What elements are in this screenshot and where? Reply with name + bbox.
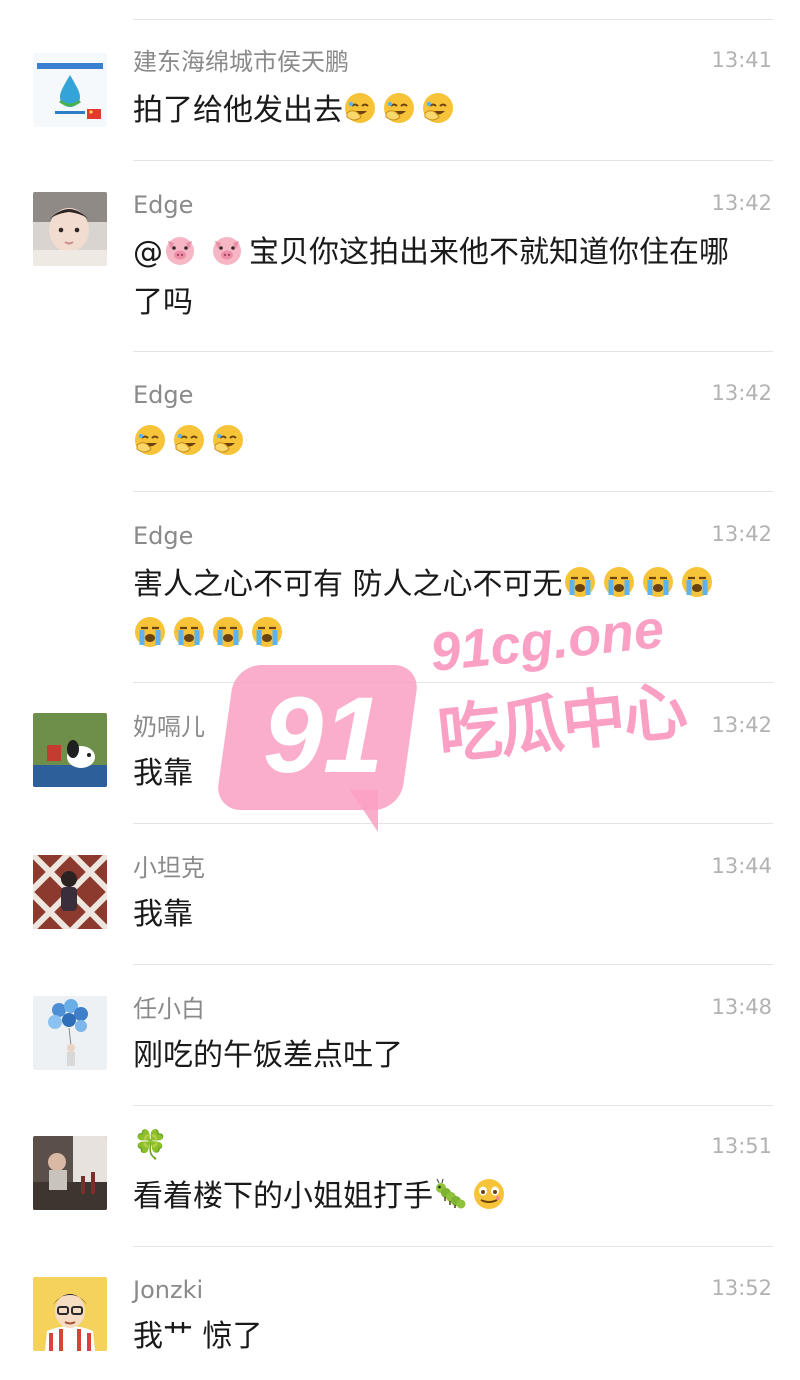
face-palm-laugh-icon	[421, 91, 455, 125]
snoopy-avatar[interactable]	[33, 713, 107, 787]
message-time: 13:48	[711, 995, 772, 1019]
room-photo-avatar[interactable]	[33, 1136, 107, 1210]
sender-name: Edge	[133, 522, 194, 550]
face-palm-laugh-icon	[211, 423, 245, 457]
message-text[interactable]: @ 宝贝你这拍出来他不就知道你住在哪了吗	[133, 228, 753, 328]
message-time: 13:42	[711, 381, 772, 405]
message-text[interactable]: 我艹 惊了	[133, 1312, 753, 1362]
message-text[interactable]	[133, 418, 753, 468]
loudly-crying-icon	[250, 615, 284, 649]
message-divider	[133, 19, 773, 20]
message-body: 拍了给他发出去	[133, 93, 343, 128]
message-time: 13:42	[711, 191, 772, 215]
chat-message-list: 建东海绵城市侯天鹏 13:41 拍了给他发出去 Edge 13:42 @ 宝贝你这…	[0, 0, 800, 1380]
message-text[interactable]: 害人之心不可有 防人之心不可无	[133, 560, 753, 660]
message-time: 13:52	[711, 1276, 772, 1300]
baby-photo-avatar[interactable]	[33, 192, 107, 266]
message-divider	[133, 964, 773, 965]
face-palm-laugh-icon	[382, 91, 416, 125]
loudly-crying-icon	[563, 565, 597, 599]
message-text[interactable]: 我靠	[133, 749, 753, 799]
message-divider	[133, 682, 773, 683]
message-time: 13:41	[711, 48, 772, 72]
message-body: 害人之心不可有 防人之心不可无	[133, 567, 563, 602]
message-divider	[133, 1246, 773, 1247]
zipper-mouth-face-icon	[472, 1177, 506, 1211]
sender-name: 任小白	[133, 995, 205, 1023]
loudly-crying-icon	[680, 565, 714, 599]
checkered-person-avatar[interactable]	[33, 855, 107, 929]
message-text[interactable]: 看着楼下的小姐姐打手	[133, 1172, 753, 1222]
sender-name: 奶嗝儿	[133, 713, 205, 741]
loudly-crying-icon	[133, 615, 167, 649]
message-time: 13:51	[711, 1134, 772, 1158]
message-divider	[133, 491, 773, 492]
message-divider	[133, 351, 773, 352]
loudly-crying-icon	[172, 615, 206, 649]
balloons-avatar[interactable]	[33, 996, 107, 1070]
message-divider	[133, 160, 773, 161]
message-text[interactable]: 我靠	[133, 890, 753, 940]
loudly-crying-icon	[211, 615, 245, 649]
cartoon-glasses-avatar[interactable]	[33, 1277, 107, 1351]
pig-face-icon	[163, 233, 197, 267]
message-time: 13:42	[711, 713, 772, 737]
loudly-crying-icon	[602, 565, 636, 599]
sender-name: Jonzki	[133, 1276, 204, 1304]
mention-at[interactable]: @	[133, 235, 163, 270]
message-text[interactable]: 刚吃的午饭差点吐了	[133, 1031, 753, 1081]
sender-name: Edge	[133, 191, 194, 219]
message-divider	[133, 1105, 773, 1106]
caterpillar-icon	[433, 1177, 467, 1211]
sender-name: Edge	[133, 381, 194, 409]
message-text[interactable]: 拍了给他发出去	[133, 86, 753, 136]
pig-face-icon	[210, 233, 244, 267]
message-time: 13:42	[711, 522, 772, 546]
face-palm-laugh-icon	[172, 423, 206, 457]
water-drop-logo-avatar[interactable]	[33, 53, 107, 127]
message-divider	[133, 823, 773, 824]
message-body: 看着楼下的小姐姐打手	[133, 1179, 433, 1214]
face-palm-laugh-icon	[343, 91, 377, 125]
sender-name: 建东海绵城市侯天鹏	[133, 48, 349, 76]
message-time: 13:44	[711, 854, 772, 878]
sender-name: 🍀	[133, 1128, 168, 1161]
face-palm-laugh-icon	[133, 423, 167, 457]
loudly-crying-icon	[641, 565, 675, 599]
sender-name: 小坦克	[133, 854, 205, 882]
